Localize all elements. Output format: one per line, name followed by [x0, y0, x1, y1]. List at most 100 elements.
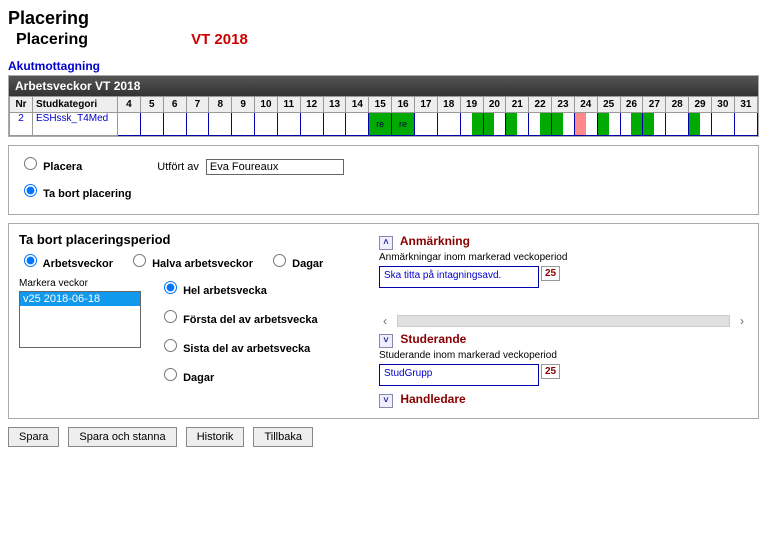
- unit-link[interactable]: Akutmottagning: [8, 59, 759, 73]
- week-cell[interactable]: [277, 113, 300, 136]
- weeks-col-header: 26: [620, 97, 643, 113]
- weeks-col-header: Nr: [10, 97, 33, 113]
- week-cell[interactable]: [483, 113, 506, 136]
- save-button[interactable]: Spara: [8, 427, 59, 447]
- week-cell[interactable]: [529, 113, 552, 136]
- week-cell[interactable]: [300, 113, 323, 136]
- mode-placera-radio[interactable]: [24, 157, 37, 170]
- anmarkning-label: Anmärkningar inom markerad veckoperiod: [379, 252, 748, 263]
- scope-halva[interactable]: Halva arbetsveckor: [128, 258, 256, 270]
- week-cell[interactable]: [711, 113, 734, 136]
- weeks-col-header: Studkategori: [33, 97, 118, 113]
- row-nr[interactable]: 2: [10, 113, 33, 136]
- studerande-header[interactable]: ˅ Studerande: [379, 332, 748, 348]
- week-cell[interactable]: [437, 113, 460, 136]
- week-cell[interactable]: [140, 113, 163, 136]
- scope-dagar[interactable]: Dagar: [268, 258, 323, 270]
- scope-arbetsveckor[interactable]: Arbetsveckor: [19, 258, 116, 270]
- week-cell[interactable]: [186, 113, 209, 136]
- weeks-col-header: 20: [483, 97, 506, 113]
- page-subtitle: Placering: [16, 31, 88, 49]
- utfort-input[interactable]: [206, 159, 344, 175]
- week-cell[interactable]: [255, 113, 278, 136]
- details-panel: Ta bort placeringsperiod Arbetsveckor Ha…: [8, 223, 759, 419]
- weeks-col-header: 24: [574, 97, 597, 113]
- week-cell[interactable]: [643, 113, 666, 136]
- week-cell[interactable]: [552, 113, 575, 136]
- anmarkning-text[interactable]: Ska titta på intagningsavd.: [379, 266, 539, 288]
- mode-panel: Placera Utfört av Ta bort placering: [8, 145, 759, 215]
- chevron-down-icon: ˅: [379, 394, 393, 408]
- scroll-right-icon[interactable]: ›: [736, 314, 748, 328]
- weeks-col-header: 8: [209, 97, 232, 113]
- week-cell[interactable]: re: [392, 113, 415, 136]
- part-hel[interactable]: Hel arbetsvecka: [159, 285, 267, 297]
- weeks-col-header: 18: [437, 97, 460, 113]
- utfort-label: Utfört av: [157, 161, 199, 173]
- weeks-col-header: 28: [666, 97, 689, 113]
- week-cell[interactable]: re: [369, 113, 392, 136]
- weeks-col-header: 25: [597, 97, 620, 113]
- week-cell[interactable]: [620, 113, 643, 136]
- save-stay-button[interactable]: Spara och stanna: [68, 427, 176, 447]
- row-category[interactable]: ESHssk_T4Med: [33, 113, 118, 136]
- weeks-col-header: 31: [734, 97, 757, 113]
- week-cell[interactable]: [460, 113, 483, 136]
- week-cell[interactable]: [689, 113, 712, 136]
- weeks-col-header: 12: [300, 97, 323, 113]
- weeks-col-header: 15: [369, 97, 392, 113]
- weeks-col-header: 4: [118, 97, 141, 113]
- scroll-left-icon[interactable]: ‹: [379, 314, 391, 328]
- studerande-week: 25: [541, 364, 560, 379]
- scroll-track[interactable]: [397, 315, 730, 327]
- weeks-col-header: 27: [643, 97, 666, 113]
- studerande-text[interactable]: StudGrupp: [379, 364, 539, 386]
- weeks-col-header: 16: [392, 97, 415, 113]
- mode-tabort-label: Ta bort placering: [43, 188, 131, 200]
- part-dagar[interactable]: Dagar: [159, 372, 214, 384]
- list-item[interactable]: v25 2018-06-18: [20, 292, 140, 306]
- studerande-label: Studerande inom markerad veckoperiod: [379, 350, 748, 361]
- week-cell[interactable]: [506, 113, 529, 136]
- part-forsta[interactable]: Första del av arbetsvecka: [159, 314, 318, 326]
- scope-arbetsveckor-radio[interactable]: [24, 254, 37, 267]
- term-label: VT 2018: [191, 31, 248, 48]
- week-cell[interactable]: [346, 113, 369, 136]
- weeks-listbox[interactable]: v25 2018-06-18: [19, 291, 141, 348]
- week-cell[interactable]: [118, 113, 141, 136]
- weeks-col-header: 23: [552, 97, 575, 113]
- weeks-panel: Arbetsveckor VT 2018 NrStudkategori45678…: [8, 75, 759, 137]
- weeks-col-header: 7: [186, 97, 209, 113]
- remove-title: Ta bort placeringsperiod: [19, 232, 379, 247]
- week-cell[interactable]: [323, 113, 346, 136]
- history-button[interactable]: Historik: [186, 427, 245, 447]
- week-cell[interactable]: [414, 113, 437, 136]
- week-cell[interactable]: [209, 113, 232, 136]
- anmarkning-header[interactable]: ˄ Anmärkning: [379, 234, 748, 250]
- weeks-col-header: 9: [232, 97, 255, 113]
- weeks-col-header: 13: [323, 97, 346, 113]
- week-cell[interactable]: [163, 113, 186, 136]
- weeks-col-header: 5: [140, 97, 163, 113]
- weeks-col-header: 11: [277, 97, 300, 113]
- scope-dagar-radio[interactable]: [273, 254, 286, 267]
- part-sista[interactable]: Sista del av arbetsvecka: [159, 343, 310, 355]
- handledare-header[interactable]: ˅ Handledare: [379, 392, 748, 408]
- mode-tabort-radio[interactable]: [24, 184, 37, 197]
- week-cell[interactable]: [232, 113, 255, 136]
- week-cell[interactable]: [734, 113, 757, 136]
- horizontal-scroll[interactable]: ‹ ›: [379, 314, 748, 328]
- weeks-col-header: 21: [506, 97, 529, 113]
- mode-placera-label: Placera: [43, 161, 82, 173]
- weeks-col-header: 10: [255, 97, 278, 113]
- week-cell[interactable]: [666, 113, 689, 136]
- weeks-col-header: 22: [529, 97, 552, 113]
- weeks-panel-header: Arbetsveckor VT 2018: [9, 76, 758, 96]
- mode-placera[interactable]: Placera: [19, 161, 85, 173]
- mode-tabort[interactable]: Ta bort placering: [19, 188, 131, 200]
- scope-halva-radio[interactable]: [133, 254, 146, 267]
- week-cell[interactable]: [574, 113, 597, 136]
- markera-label: Markera veckor: [19, 278, 141, 289]
- back-button[interactable]: Tillbaka: [253, 427, 313, 447]
- week-cell[interactable]: [597, 113, 620, 136]
